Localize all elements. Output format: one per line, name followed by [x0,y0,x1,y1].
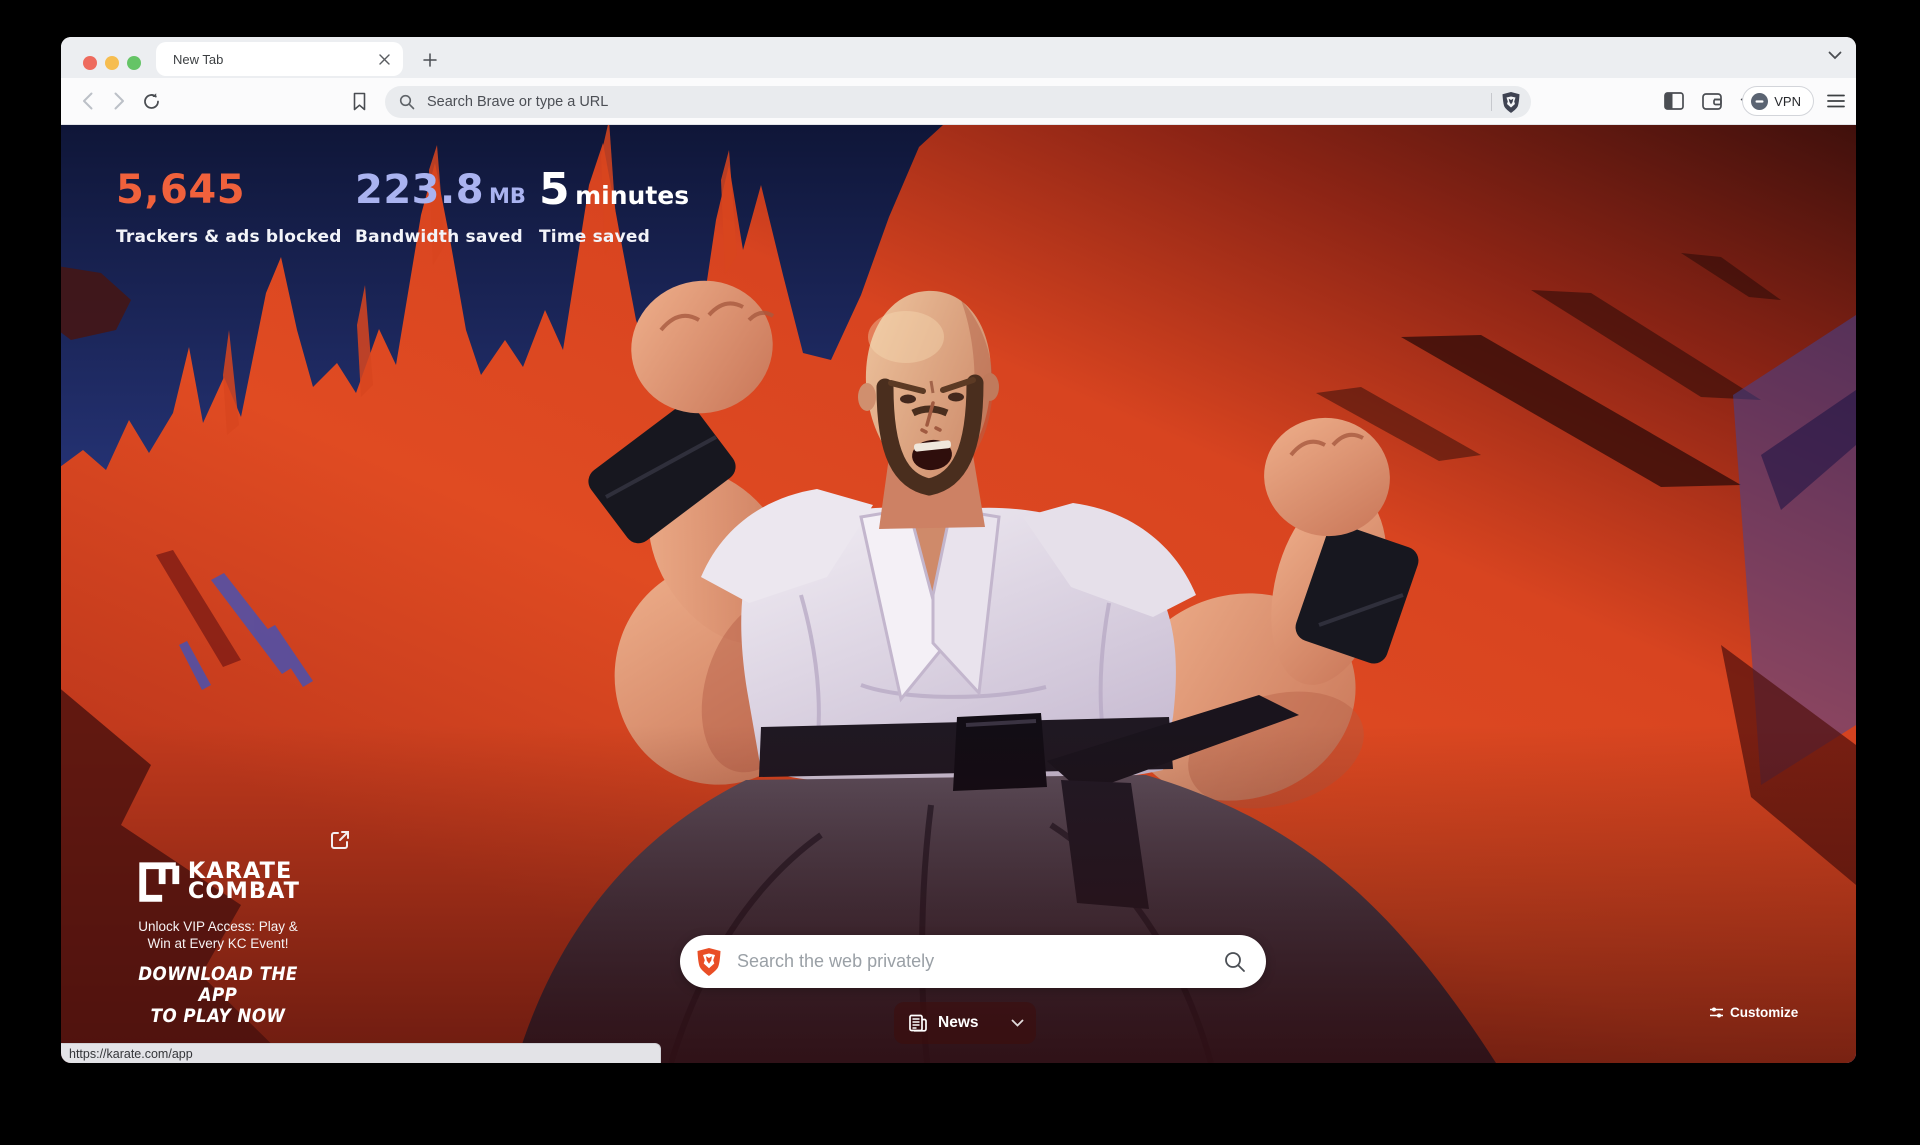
karate-combat-logo-icon [138,861,180,903]
new-tab-button[interactable] [419,49,441,71]
news-icon [908,1013,928,1033]
ntp-search-bar[interactable] [680,935,1266,988]
stat-time-saved: 5minutes Time saved [539,167,689,247]
fullscreen-window-button[interactable] [127,56,141,70]
stat-time-unit: minutes [575,181,689,210]
karate-fighter-background-image [61,125,1856,1063]
tab-close-icon[interactable] [375,50,393,68]
customize-button[interactable]: Customize [1709,1005,1798,1020]
stat-bandwidth-value: 223.8 [355,167,484,213]
url-input[interactable] [425,93,1482,111]
sponsor-tagline: Unlock VIP Access: Play & Win at Every K… [113,918,323,952]
tab-title: New Tab [173,52,375,67]
tab-search-chevron-icon[interactable] [1828,51,1842,60]
karate-combat-logo: KARATE COMBAT [113,861,323,903]
search-icon[interactable] [1224,951,1246,973]
vpn-status-icon [1751,93,1768,110]
browser-window: New Tab [61,37,1856,1063]
stat-bandwidth-label: Bandwidth saved [355,227,539,247]
ntp-search-input[interactable] [735,950,1224,973]
forward-button[interactable] [107,89,131,113]
shields-stats: 5,645 Trackers & ads blocked 223.8MB Ban… [116,167,689,247]
url-bar[interactable] [385,86,1531,118]
external-link-icon[interactable] [329,829,351,851]
toolbar: VPN [61,78,1856,125]
stat-time-value: 5 [539,164,570,215]
brave-shields-icon[interactable] [1501,91,1521,114]
stat-bandwidth-saved: 223.8MB Bandwidth saved [355,167,539,247]
status-url: https://karate.com/app [69,1047,193,1061]
sponsor-cta[interactable]: DOWNLOAD THE APP TO PLAY NOW [126,964,311,1027]
minimize-window-button[interactable] [105,56,119,70]
menu-button[interactable] [1824,89,1848,113]
brand-name-bottom: COMBAT [187,882,299,902]
new-tab-page: 5,645 Trackers & ads blocked 223.8MB Ban… [61,125,1856,1063]
brave-logo-icon [696,947,722,977]
tab-strip: New Tab [61,37,1856,78]
status-bar: https://karate.com/app [61,1043,661,1063]
customize-icon [1709,1006,1724,1019]
sponsored-branding[interactable]: KARATE COMBAT Unlock VIP Access: Play & … [113,825,323,1027]
stat-time-label: Time saved [539,227,689,247]
stat-trackers-value: 5,645 [116,167,245,213]
divider [1491,93,1492,111]
reload-button[interactable] [139,89,163,113]
vpn-button[interactable]: VPN [1742,86,1814,116]
chevron-down-icon [1011,1019,1024,1027]
wallet-icon[interactable] [1700,89,1724,113]
news-label: News [938,1014,1011,1032]
stat-trackers-label: Trackers & ads blocked [116,227,355,247]
close-window-button[interactable] [83,56,97,70]
stat-trackers-blocked: 5,645 Trackers & ads blocked [116,167,355,247]
sidebar-icon[interactable] [1662,89,1686,113]
vpn-label: VPN [1774,94,1801,109]
customize-label: Customize [1730,1005,1798,1020]
search-icon [399,94,415,110]
tab-new-tab[interactable]: New Tab [156,42,403,76]
back-button[interactable] [75,89,99,113]
stat-bandwidth-unit: MB [489,184,526,208]
news-toggle[interactable]: News [894,1002,1036,1044]
bookmark-icon[interactable] [347,89,371,113]
